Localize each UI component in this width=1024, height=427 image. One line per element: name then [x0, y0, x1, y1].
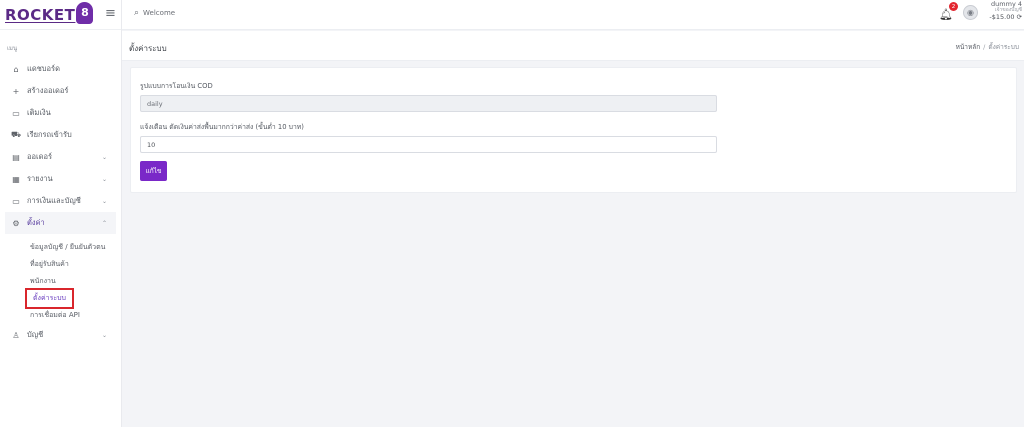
sidebar-item-label: เรียกรถเข้ารับ — [27, 130, 72, 139]
sidebar-item-label: บัญชี — [27, 330, 44, 339]
balance: -$15.00 ⟳ — [989, 13, 1022, 22]
home-icon: ⌂ — [13, 64, 19, 74]
gear-icon: ⚙ — [12, 218, 20, 228]
sidebar-item-finance[interactable]: ▭ การเงินและบัญชี ⌄ — [0, 190, 121, 212]
submenu-item-label: ตั้งค่าระบบ — [25, 288, 74, 309]
sidebar-item-orders[interactable]: ▤ ออเดอร์ ⌄ — [0, 146, 121, 168]
sidebar-item-label: แดชบอร์ด — [27, 64, 60, 73]
cod-transfer-field[interactable]: daily — [140, 95, 717, 112]
sidebar-item-label: ออเดอร์ — [27, 152, 52, 161]
sidebar-item-label: รายงาน — [27, 174, 53, 183]
hamburger-menu-icon[interactable]: ≡ — [105, 6, 116, 21]
sidebar-item-dashboard[interactable]: ⌂ แดชบอร์ด — [0, 58, 121, 80]
sidebar-item-account[interactable]: ♙ บัญชี ⌄ — [0, 324, 121, 346]
menu-heading: เมนู — [7, 45, 18, 52]
sidebar-item-label: สร้างออเดอร์ — [27, 86, 69, 95]
user-info[interactable]: dummy 4 เจ้าของบัญชี -$15.00 ⟳ — [984, 0, 1022, 22]
submenu-item-label: ข้อมูลบัญชี / ยืนยันตัวตน — [30, 243, 106, 251]
breadcrumb-current: ตั้งค่าระบบ — [988, 43, 1019, 51]
sidebar-item-label: เติมเงิน — [27, 108, 51, 117]
chevron-down-icon: ⌄ — [101, 175, 107, 183]
notification-badge: 2 — [949, 2, 958, 11]
sidebar-item-create-order[interactable]: + สร้างออเดอร์ — [0, 80, 121, 102]
report-icon: ▦ — [12, 174, 20, 184]
sidebar-item-pickup[interactable]: ⛟ เรียกรถเข้ารับ — [0, 124, 121, 146]
rocket-logo-icon: 8 — [76, 1, 94, 24]
search-text: Welcome — [143, 9, 176, 17]
sidebar-item-label: ตั้งค่า — [27, 218, 45, 227]
chevron-up-icon: ⌃ — [101, 219, 107, 227]
settings-submenu: ข้อมูลบัญชี / ยืนยันตัวตน ที่อยู่รับสินค… — [0, 239, 121, 324]
chevron-down-icon: ⌄ — [101, 197, 107, 205]
alert-threshold-label: แจ้งเตือน ตัดเงินค่าส่งพื้นมากกว่าค่าส่ง… — [140, 123, 304, 131]
orders-icon: ▤ — [12, 152, 20, 162]
breadcrumb-home[interactable]: หน้าหลัก — [956, 43, 981, 51]
alert-threshold-field[interactable]: 10 — [140, 136, 717, 153]
sidebar-item-reports[interactable]: ▦ รายงาน ⌄ — [0, 168, 121, 190]
cod-transfer-label: รูปแบบการโอนเงิน COD — [140, 82, 213, 90]
edit-button[interactable]: แก้ไข — [140, 161, 167, 181]
breadcrumb-separator: / — [983, 43, 986, 51]
brand-logo-text[interactable]: ROCKET — [5, 6, 75, 24]
sidebar: ROCKET 8 ≡ เมนู ⌂ แดชบอร์ด + สร้างออเดอร… — [0, 0, 122, 427]
submenu-item-pickup-address[interactable]: ที่อยู่รับสินค้า — [0, 256, 121, 273]
sidebar-item-topup[interactable]: ▭ เติมเงิน — [0, 102, 121, 124]
submenu-item-label: ที่อยู่รับสินค้า — [30, 260, 69, 268]
submenu-item-account-verify[interactable]: ข้อมูลบัญชี / ยืนยันตัวตน — [0, 239, 121, 256]
submenu-item-staff[interactable]: พนักงาน — [0, 273, 121, 290]
submenu-item-system-settings[interactable]: ตั้งค่าระบบ — [0, 288, 121, 309]
chevron-down-icon: ⌄ — [101, 153, 107, 161]
sidebar-menu-account: ♙ บัญชี ⌄ — [0, 324, 121, 346]
brand: ROCKET 8 ≡ — [0, 0, 121, 30]
user-icon: ♙ — [12, 330, 20, 340]
breadcrumb: หน้าหลัก / ตั้งค่าระบบ — [956, 42, 1019, 52]
wallet-icon: ▭ — [12, 108, 20, 118]
page-header: ตั้งค่าระบบ หน้าหลัก / ตั้งค่าระบบ — [122, 31, 1024, 61]
submenu-item-label: การเชื่อมต่อ API — [30, 311, 80, 319]
settings-card: รูปแบบการโอนเงิน COD daily แจ้งเตือน ตัด… — [130, 67, 1017, 193]
chevron-down-icon: ⌄ — [101, 331, 107, 339]
sidebar-item-label: การเงินและบัญชี — [27, 196, 81, 205]
search-box[interactable]: ⌕ Welcome — [134, 8, 175, 18]
sidebar-menu: ⌂ แดชบอร์ด + สร้างออเดอร์ ▭ เติมเงิน ⛟ เ… — [0, 58, 121, 234]
submenu-item-label: พนักงาน — [30, 277, 56, 285]
page-title: ตั้งค่าระบบ — [129, 44, 167, 53]
search-icon: ⌕ — [134, 8, 140, 18]
sidebar-item-settings[interactable]: ⚙ ตั้งค่า ⌃ — [5, 212, 116, 234]
submenu-item-api[interactable]: การเชื่อมต่อ API — [0, 307, 121, 324]
card-icon: ▭ — [12, 196, 20, 206]
top-bar: ⌕ Welcome 🔔︎ 2 ◉ dummy 4 เจ้าของบัญชี -$… — [122, 0, 1024, 30]
avatar[interactable]: ◉ — [963, 5, 978, 20]
plus-icon: + — [12, 86, 20, 96]
truck-icon: ⛟ — [10, 130, 22, 139]
